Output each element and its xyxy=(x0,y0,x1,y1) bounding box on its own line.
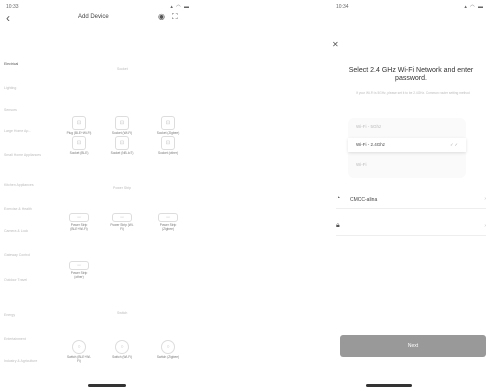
password-field[interactable]: 🔒︎ › xyxy=(336,218,486,236)
device-switch-zigbee[interactable]: ○ Switch (Zigbee) xyxy=(155,340,181,360)
power-strip-icon: ▭ xyxy=(69,213,89,222)
page-title: Add Device xyxy=(78,14,109,20)
sidebar-item[interactable]: Industry & Agriculture xyxy=(4,359,44,364)
home-indicator xyxy=(366,384,412,387)
device-power-strip-zigbee[interactable]: ▭ Power Strip (Zigbee) xyxy=(155,213,181,232)
scan-icon[interactable]: ⛶ xyxy=(172,12,178,22)
device-socket-other[interactable]: ⊡ Socket (other) xyxy=(155,136,181,156)
section-title-power-strip: Power Strip xyxy=(113,186,132,190)
socket-icon: ⊡ xyxy=(72,116,86,130)
wifi-hint: If your Wi-Fi is 5GHz, please set it to … xyxy=(356,91,470,95)
wifi-icon: ◔ xyxy=(336,195,341,202)
band-2-4ghz: Wi-Fi - 2.4Ghz ✓ ✓ xyxy=(348,138,466,152)
wifi-name-field[interactable]: ◔ CMCC-alina › xyxy=(336,191,486,209)
device-power-strip-ble-wifi[interactable]: ▭ Power Strip (BLE+Wi-Fi) xyxy=(66,213,92,232)
device-socket-zigbee[interactable]: ⊡ Socket (Zigbee) xyxy=(155,116,181,136)
sidebar-item[interactable]: Energy xyxy=(4,313,44,318)
status-time: 10:33 xyxy=(6,4,19,10)
next-button[interactable]: Next xyxy=(340,335,486,357)
status-time: 10:34 xyxy=(336,4,349,10)
status-icons: ▴ ◠ ▬ xyxy=(464,4,484,10)
sidebar-item[interactable]: Large Home Ap... xyxy=(4,129,44,134)
device-power-strip-other[interactable]: ▭ Power Strip (other) xyxy=(66,261,92,280)
sidebar-item[interactable]: Gateway Control xyxy=(4,253,44,258)
add-device-screen: 10:33 ▴ ◠ ▬ ‹ Add Device ◉ ⛶ Electrical L… xyxy=(0,0,196,391)
power-strip-icon: ▭ xyxy=(112,213,132,222)
device-plug-ble-wifi[interactable]: ⊡ Plug (BLE+Wi-Fi) xyxy=(66,116,92,136)
sidebar-item[interactable]: Camera & Lock xyxy=(4,229,44,234)
sidebar-item[interactable]: Small Home Appliances xyxy=(4,153,44,158)
device-socket-nbiot[interactable]: ⊡ Socket (NB-IoT) xyxy=(109,136,135,156)
back-icon[interactable]: ‹ xyxy=(6,12,10,24)
sidebar-item[interactable]: Sensors xyxy=(4,108,44,113)
device-switch-wifi[interactable]: ○ Switch (Wi-Fi) xyxy=(109,340,135,360)
device-power-strip-wifi[interactable]: ▭ Power Strip (Wi-Fi) xyxy=(109,213,135,232)
close-icon[interactable]: ✕ xyxy=(332,40,339,49)
sidebar-item[interactable]: Electrical xyxy=(4,62,44,67)
sidebar-item[interactable]: Outdoor Travel xyxy=(4,278,44,283)
socket-icon: ⊡ xyxy=(115,116,129,130)
socket-icon: ⊡ xyxy=(161,116,175,130)
sidebar-item[interactable]: Kitchen Appliances xyxy=(4,183,44,188)
check-icon: ✓ ✓ xyxy=(450,142,458,147)
sidebar-item[interactable]: Entertainment xyxy=(4,337,44,342)
socket-icon: ⊡ xyxy=(161,136,175,150)
switch-icon: ○ xyxy=(161,340,175,354)
section-title-socket: Socket xyxy=(117,67,128,71)
socket-icon: ⊡ xyxy=(72,136,86,150)
wifi-heading: Select 2.4 GHz Wi-Fi Network and enter p… xyxy=(348,67,474,82)
power-strip-icon: ▭ xyxy=(158,213,178,222)
band-5ghz: Wi-Fi - 5Ghz xyxy=(356,124,382,129)
socket-icon: ⊡ xyxy=(115,136,129,150)
band-generic: Wi-Fi xyxy=(356,162,367,167)
sidebar-item[interactable]: Lighting xyxy=(4,86,44,91)
auto-scan-icon[interactable]: ◉ xyxy=(158,12,165,22)
switch-icon: ○ xyxy=(115,340,129,354)
wifi-setup-screen: 10:34 ▴ ◠ ▬ ✕ Select 2.4 GHz Wi-Fi Netwo… xyxy=(326,0,486,391)
switch-icon: ○ xyxy=(72,340,86,354)
device-socket-ble[interactable]: ⊡ Socket (BLE) xyxy=(66,136,92,156)
status-icons: ▴ ◠ ▬ xyxy=(170,4,190,10)
wifi-band-card: Wi-Fi - 5Ghz Wi-Fi - 2.4Ghz ✓ ✓ Wi-Fi xyxy=(348,118,466,178)
device-switch-ble-wifi[interactable]: ○ Switch (BLE+Wi-Fi) xyxy=(66,340,92,364)
home-indicator xyxy=(88,384,126,387)
lock-icon: 🔒︎ xyxy=(336,222,340,229)
device-socket-wifi[interactable]: ⊡ Socket (Wi-Fi) xyxy=(109,116,135,136)
sidebar-item[interactable]: Exercise & Health xyxy=(4,207,44,212)
power-strip-icon: ▭ xyxy=(69,261,89,270)
section-title-switch: Switch xyxy=(117,311,128,315)
